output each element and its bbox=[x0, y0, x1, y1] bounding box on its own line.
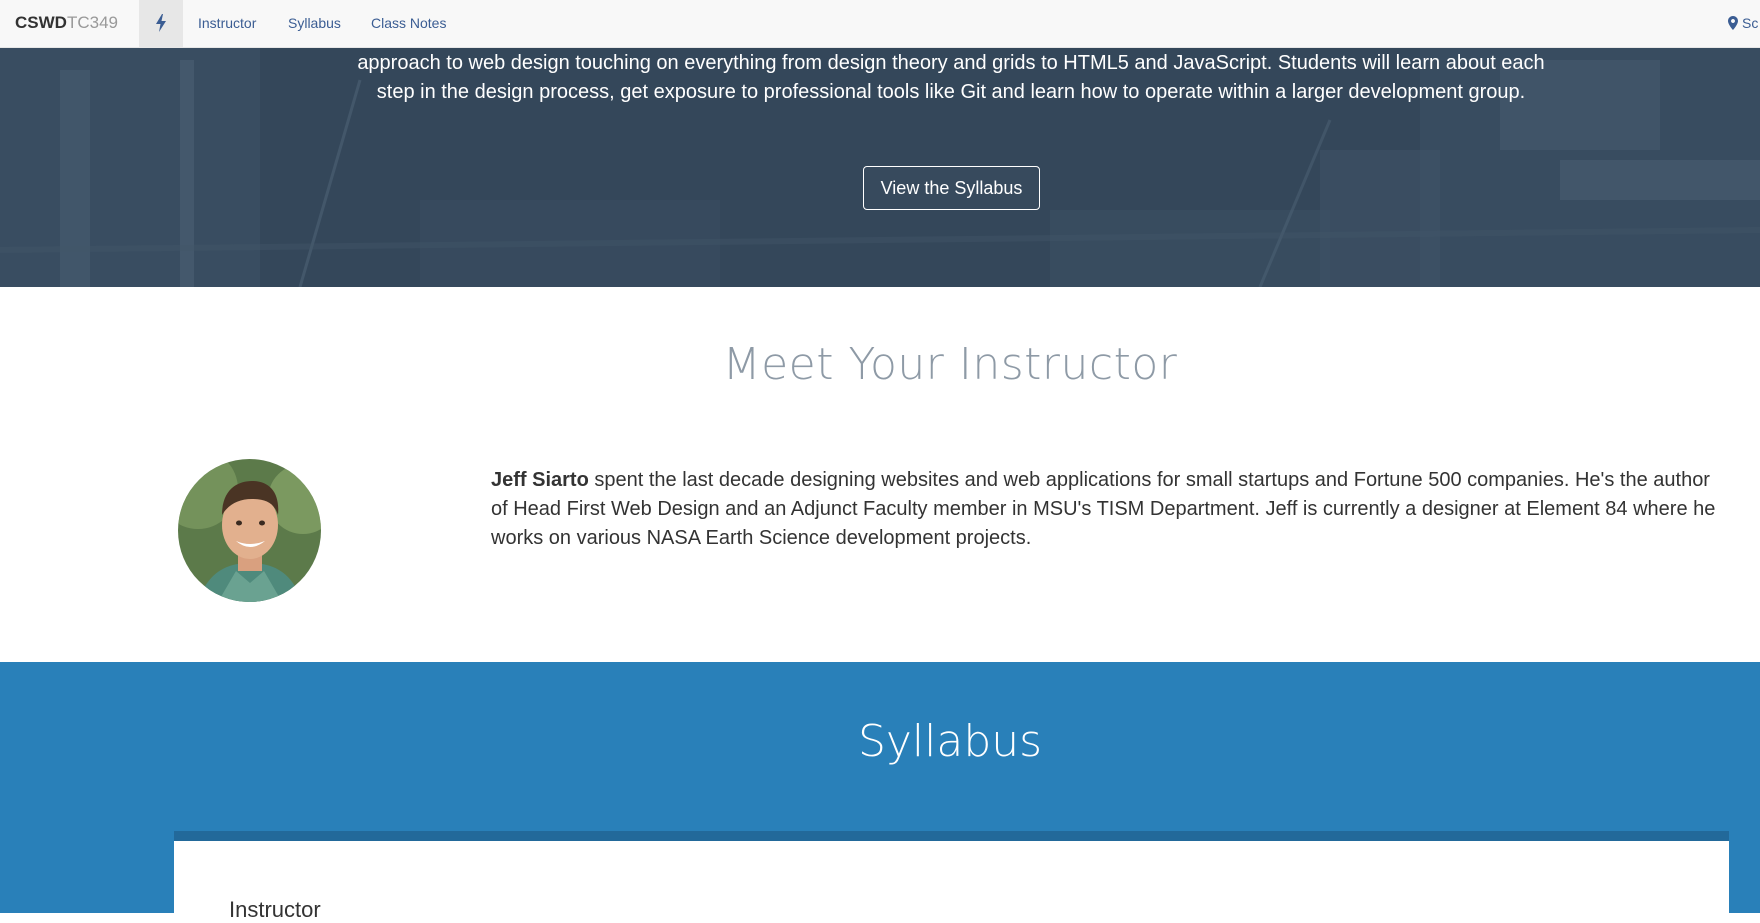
course-description: approach to web design touching on every… bbox=[357, 52, 1545, 103]
instructor-avatar bbox=[178, 459, 321, 602]
map-marker-icon bbox=[1728, 16, 1738, 30]
instructor-bio: Jeff Siarto spent the last decade design… bbox=[491, 466, 1731, 553]
brand-name-strong: CSWD bbox=[15, 13, 67, 32]
top-navbar: CSWDTC349 Instructor Syllabus Class Note… bbox=[0, 0, 1760, 48]
nav-link-syllabus[interactable]: Syllabus bbox=[288, 0, 341, 48]
instructor-name: Jeff Siarto bbox=[491, 469, 589, 491]
brand-logo[interactable]: CSWDTC349 bbox=[15, 0, 118, 48]
syllabus-card-heading: Instructor bbox=[229, 897, 321, 922]
bolt-icon bbox=[156, 14, 166, 32]
brand-name-light: TC349 bbox=[66, 13, 118, 32]
syllabus-heading: Syllabus bbox=[857, 716, 1043, 767]
syllabus-card: Instructor bbox=[174, 831, 1729, 922]
nav-location-label: Sc bbox=[1742, 15, 1759, 31]
meet-instructor-heading: Meet Your Instructor bbox=[722, 339, 1178, 390]
syllabus-section: Syllabus Instructor bbox=[0, 662, 1760, 922]
nav-link-instructor[interactable]: Instructor bbox=[198, 0, 256, 48]
nav-link-class-notes[interactable]: Class Notes bbox=[371, 0, 446, 48]
quick-nav-button[interactable] bbox=[139, 0, 183, 48]
nav-link-location[interactable]: Sc bbox=[1728, 0, 1760, 48]
view-syllabus-button[interactable]: View the Syllabus bbox=[863, 166, 1040, 210]
instructor-bio-text: spent the last decade designing websites… bbox=[491, 469, 1716, 549]
instructor-photo bbox=[178, 459, 321, 602]
instructor-section: Meet Your Instructor Jeff Siarto spent t… bbox=[0, 287, 1760, 662]
